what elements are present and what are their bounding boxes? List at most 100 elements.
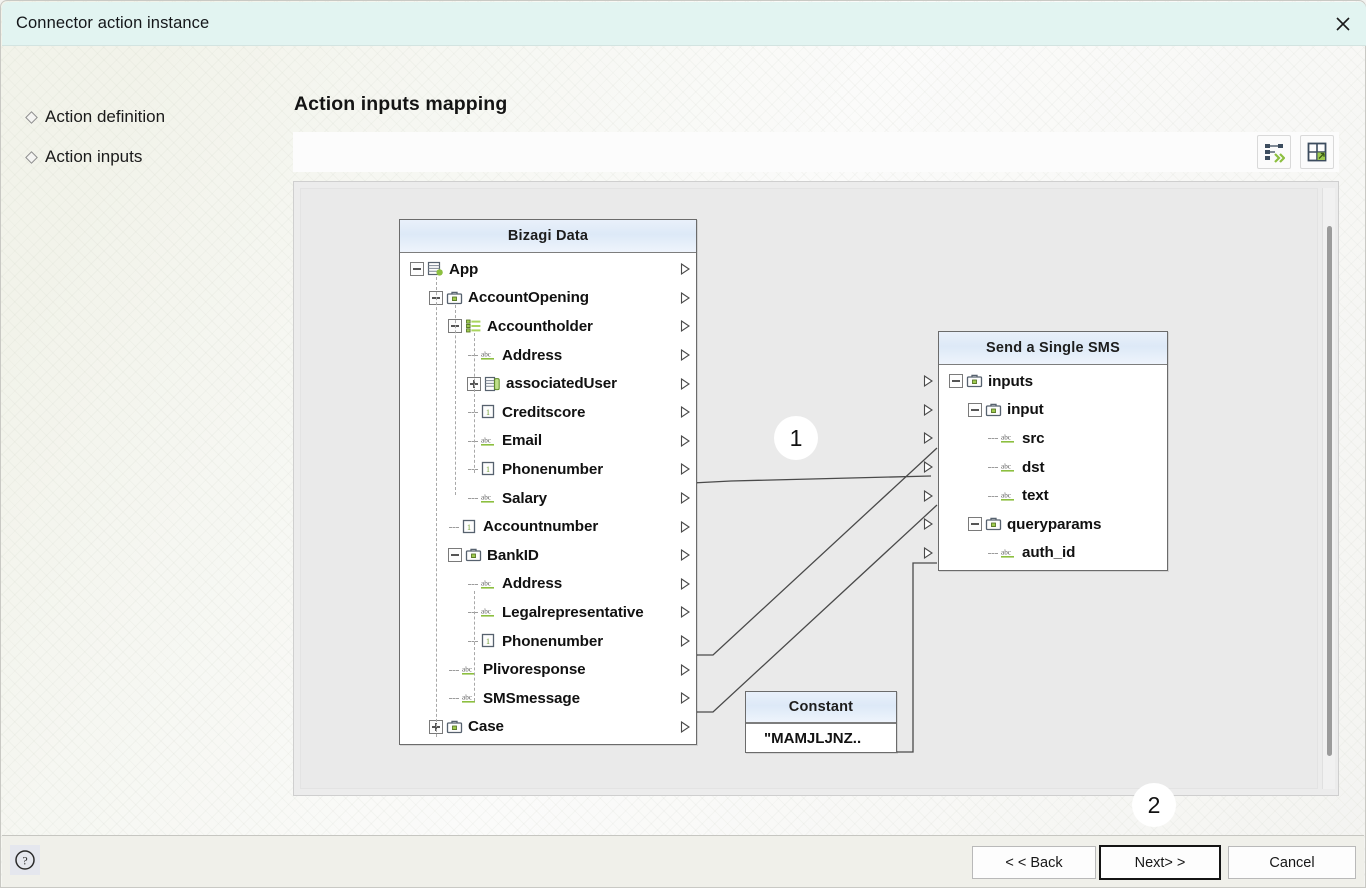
- source-data-node[interactable]: Bizagi Data App AccountOpening Accounthold…: [399, 219, 697, 746]
- tree-row[interactable]: abc Email: [400, 427, 696, 456]
- tree-row[interactable]: queryparams: [923, 510, 1167, 539]
- briefcase-icon: [465, 548, 482, 562]
- port-arrow-icon: [923, 546, 934, 559]
- port-arrow-icon: [680, 634, 691, 648]
- tree-row-label: AccountOpening: [468, 289, 589, 307]
- tree-row-label: Address: [502, 346, 563, 364]
- tree-row-label: Accountholder: [487, 317, 593, 335]
- port-arrow-icon: [680, 692, 691, 705]
- tree-row-label: inputs: [988, 372, 1033, 390]
- tree-guide: [448, 691, 461, 705]
- tree-row[interactable]: abc Address: [400, 570, 696, 599]
- entity-list-icon: [484, 376, 500, 391]
- tree-row[interactable]: abc Address: [400, 341, 696, 370]
- tree-row[interactable]: abc Salary: [400, 484, 696, 513]
- svg-text:abc: abc: [1001, 491, 1011, 499]
- constant-node[interactable]: Constant "MAMJLJNZ..: [745, 691, 897, 753]
- svg-text:abc: abc: [481, 351, 491, 359]
- tree-row[interactable]: inputs: [923, 367, 1167, 396]
- tree-row[interactable]: abc text: [923, 481, 1167, 510]
- sidebar-item-action-definition[interactable]: Action definition: [25, 101, 275, 133]
- tree-row-label: Phonenumber: [502, 460, 604, 478]
- wizard-step-nav: Action definition Action inputs: [25, 101, 275, 181]
- tree-guide: [987, 460, 1000, 474]
- next-button[interactable]: Next> >: [1099, 845, 1221, 880]
- tree-row[interactable]: abc auth_id: [923, 539, 1167, 568]
- briefcase-icon: [985, 403, 1002, 417]
- tree-row[interactable]: Accountholder: [400, 312, 696, 341]
- tree-row[interactable]: App: [400, 255, 696, 284]
- tree-row[interactable]: abc SMSmessage: [400, 684, 696, 713]
- port-arrow-icon: [680, 463, 691, 476]
- canvas-vertical-scrollbar[interactable]: [1322, 188, 1335, 789]
- fit-to-window-icon[interactable]: [1300, 135, 1334, 169]
- collapse-icon[interactable]: [968, 517, 982, 532]
- briefcase-icon: [985, 518, 1002, 531]
- svg-text:abc: abc: [1001, 463, 1011, 471]
- tree-row[interactable]: 1 Accountnumber: [400, 512, 696, 541]
- callout-badge-2: 2: [1132, 783, 1176, 827]
- tree-row[interactable]: Case: [400, 713, 696, 742]
- tree-row-label: text: [1022, 487, 1049, 505]
- page-title: Action inputs mapping: [294, 93, 508, 115]
- port-arrow-icon: [680, 320, 691, 333]
- tree-row[interactable]: abc dst: [923, 453, 1167, 482]
- auto-map-icon[interactable]: [1257, 135, 1291, 169]
- port-arrow-icon: [680, 291, 691, 304]
- tree-row-label: input: [1007, 401, 1044, 419]
- svg-text:abc: abc: [462, 694, 472, 702]
- abc-icon: abc: [481, 494, 494, 503]
- target-action-node[interactable]: Send a Single SMS inputs input abc src abc ds…: [923, 331, 1168, 572]
- diamond-bullet-icon: [25, 151, 37, 163]
- tree-row-label: queryparams: [1007, 515, 1102, 533]
- tree-row-label: Accountnumber: [483, 518, 599, 536]
- cancel-button[interactable]: Cancel: [1228, 846, 1356, 879]
- collapse-icon[interactable]: [410, 262, 424, 277]
- svg-text:1: 1: [486, 465, 490, 474]
- tree-row[interactable]: 1 Phonenumber: [400, 455, 696, 484]
- collapse-icon[interactable]: [949, 374, 963, 389]
- abc-icon: abc: [1001, 548, 1014, 558]
- port-arrow-icon: [680, 606, 691, 619]
- port-arrow-icon: [680, 577, 691, 590]
- tree-row-label: associatedUser: [506, 375, 617, 393]
- tree-guide: [987, 431, 1000, 445]
- port-arrow-icon: [680, 720, 691, 733]
- svg-text:abc: abc: [462, 665, 472, 673]
- tree-row[interactable]: 1 Creditscore: [400, 398, 696, 427]
- mapping-toolbar: [293, 132, 1339, 172]
- collapse-icon[interactable]: [968, 402, 982, 417]
- tree-row[interactable]: 1 Phonenumber: [400, 627, 696, 656]
- number-icon: 1: [462, 519, 476, 533]
- port-arrow-icon: [923, 518, 934, 531]
- mapping-canvas[interactable]: Bizagi Data App AccountOpening Accounthold…: [293, 181, 1339, 796]
- svg-text:abc: abc: [481, 579, 491, 587]
- tree-rail: [436, 277, 437, 737]
- mapping-canvas-surface: Bizagi Data App AccountOpening Accounthold…: [300, 188, 1318, 789]
- tree-rail: [455, 305, 456, 495]
- tree-row[interactable]: AccountOpening: [400, 284, 696, 313]
- tree-row-label: Case: [468, 718, 504, 736]
- back-button[interactable]: < < Back: [972, 846, 1096, 879]
- collapse-icon[interactable]: [448, 548, 462, 563]
- svg-text:?: ?: [22, 854, 27, 868]
- tree-row-label: auth_id: [1022, 544, 1076, 562]
- briefcase-icon: [446, 291, 463, 305]
- constant-value[interactable]: "MAMJLJNZ..: [746, 723, 896, 752]
- port-arrow-icon: [680, 520, 691, 533]
- scrollbar-thumb[interactable]: [1327, 226, 1332, 756]
- sidebar-item-action-inputs[interactable]: Action inputs: [25, 141, 275, 173]
- tree-row[interactable]: abc Legalrepresentative: [400, 598, 696, 627]
- tree-row[interactable]: BankID: [400, 541, 696, 570]
- tree-row-label: src: [1022, 429, 1045, 447]
- port-arrow-icon: [680, 406, 691, 419]
- close-icon[interactable]: [1320, 2, 1366, 45]
- tree-row[interactable]: abc src: [923, 424, 1167, 453]
- tree-row[interactable]: associatedUser: [400, 369, 696, 398]
- source-node-title: Bizagi Data: [400, 220, 696, 253]
- tree-row[interactable]: input: [923, 396, 1167, 425]
- port-arrow-icon: [923, 461, 934, 474]
- help-icon[interactable]: ?: [10, 845, 40, 875]
- tree-row-label: Phonenumber: [502, 632, 604, 650]
- tree-row[interactable]: abc Plivoresponse: [400, 655, 696, 684]
